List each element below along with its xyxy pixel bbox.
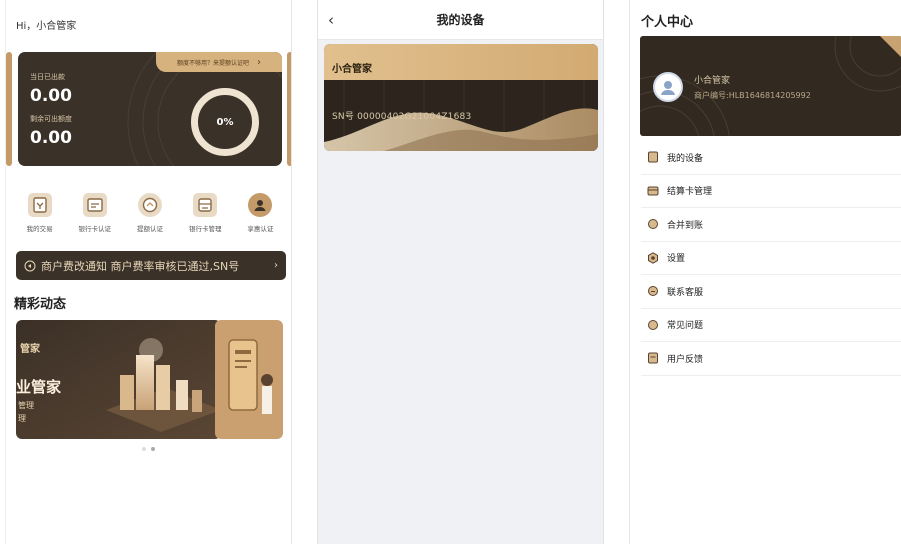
carousel-dot-active[interactable]	[151, 447, 155, 451]
profile-menu: 我的设备 结算卡管理 合并到账 设置 联系客服 常见问题 用户反馈	[641, 141, 901, 376]
banner-text-4: 理	[18, 414, 26, 423]
transaction-icon	[27, 193, 52, 217]
next-card-peek[interactable]	[287, 52, 291, 166]
menu-item-label: 结算卡管理	[667, 187, 713, 198]
quick-item-label: 银行卡认证	[78, 225, 112, 233]
carousel-dot[interactable]	[142, 447, 146, 451]
avatar[interactable]	[653, 72, 683, 102]
device-icon	[648, 151, 658, 163]
quick-item-label: 提额认证	[137, 225, 163, 233]
merchant-id: 商户编号:HLB1646814205992	[694, 91, 811, 100]
quick-item-transactions[interactable]: 我的交易	[12, 193, 67, 233]
profile-screen: 个人中心 小合管家 商户编号:HLB1646814205992 我的设备 结算卡…	[629, 0, 901, 544]
quick-item-benefit-auth[interactable]: 享惠认证	[233, 193, 288, 233]
menu-item-label: 常见问题	[667, 321, 704, 332]
quick-item-bank-auth[interactable]: 银行卡认证	[67, 193, 122, 233]
feedback-icon	[648, 352, 658, 364]
carousel-dots	[142, 447, 155, 451]
page-title: 个人中心	[641, 15, 694, 30]
banner-text-3: 管理	[18, 401, 34, 410]
device-name: 小合管家	[332, 64, 372, 75]
device-screen: ‹ 我的设备 小合管家 SN号 00000402G21004Z1683	[317, 0, 604, 544]
chevron-right-icon: ›	[274, 260, 278, 271]
card-icon	[647, 186, 659, 196]
banner-text-1: 管家	[20, 344, 40, 355]
bank-card-auth-icon	[82, 193, 107, 217]
settings-icon	[648, 251, 658, 264]
menu-item-label: 联系客服	[667, 287, 704, 298]
promo-banner-next[interactable]	[215, 320, 283, 439]
service-icon	[648, 286, 658, 297]
top-bar: ‹ 我的设备	[318, 0, 603, 40]
merge-icon	[648, 219, 658, 230]
promo-banner[interactable]: 管家 业管家 管理 理	[16, 320, 221, 439]
menu-item-card-manage[interactable]: 结算卡管理	[641, 175, 901, 208]
today-paid-value: 0.00	[30, 86, 72, 106]
profile-name: 小合管家	[694, 76, 731, 86]
quick-item-bank-manage[interactable]: 银行卡管理	[178, 193, 233, 233]
fee-change-notice[interactable]: 商户费改通知 商户费率审核已通过,SN号 ›	[16, 251, 286, 280]
benefit-auth-icon	[248, 193, 273, 217]
section-title: 精彩动态	[14, 297, 67, 312]
menu-item-merge[interactable]: 合并到账	[641, 208, 901, 242]
back-icon[interactable]: ‹	[328, 11, 334, 29]
notice-text: 商户费改通知 商户费率审核已通过,SN号	[41, 259, 240, 273]
menu-item-my-device[interactable]: 我的设备	[641, 141, 901, 175]
today-paid-label: 当日已出款	[30, 73, 65, 81]
chevron-right-icon: ›	[257, 56, 261, 68]
menu-item-feedback[interactable]: 用户反馈	[641, 342, 901, 376]
menu-item-label: 设置	[667, 254, 686, 265]
bank-card-manage-icon	[193, 193, 218, 217]
raise-limit-banner-text: 额度不够用？来提额认证吧	[176, 59, 249, 67]
page-title: 我的设备	[436, 13, 485, 27]
device-card[interactable]: 小合管家 SN号 00000402G21004Z1683	[324, 44, 598, 151]
menu-item-settings[interactable]: 设置	[641, 242, 901, 275]
progress-text: 0%	[216, 116, 234, 128]
progress-ring: 0%	[191, 88, 259, 156]
menu-item-label: 用户反馈	[667, 354, 704, 365]
remaining-value: 0.00	[30, 128, 72, 148]
device-sn: SN号 00000402G21004Z1683	[332, 112, 472, 122]
prev-card-peek[interactable]	[6, 52, 12, 166]
remaining-label: 剩余可出额度	[30, 115, 72, 123]
raise-limit-icon	[138, 193, 162, 217]
phone-illustration	[215, 320, 283, 439]
quick-item-raise-limit[interactable]: 提额认证	[122, 193, 177, 233]
menu-item-customer-service[interactable]: 联系客服	[641, 275, 901, 309]
speaker-icon	[24, 260, 36, 271]
quick-item-label: 银行卡管理	[188, 225, 222, 233]
faq-icon	[648, 319, 658, 330]
quick-item-label: 我的交易	[26, 225, 53, 233]
menu-item-faq[interactable]: 常见问题	[641, 309, 901, 342]
greeting-text: Hi，小合管家	[16, 21, 77, 32]
quota-card: 额度不够用？来提额认证吧 › 当日已出款 0.00 剩余可出额度 0.00 0%	[18, 52, 282, 166]
user-avatar-icon	[661, 81, 675, 95]
quick-item-label: 享惠认证	[247, 225, 274, 233]
banner-text-2: 业管家	[16, 378, 62, 396]
profile-card: 小合管家 商户编号:HLB1646814205992	[640, 36, 901, 136]
quick-actions: 我的交易 银行卡认证 提额认证 银行卡管理 享惠认证	[12, 193, 288, 233]
menu-item-label: 合并到账	[667, 220, 704, 231]
menu-item-label: 我的设备	[667, 153, 704, 164]
home-screen: Hi，小合管家 额度不够用？来提额认证吧 › 当日已出款 0.00 剩余可出额度…	[5, 0, 292, 544]
raise-limit-banner[interactable]: 额度不够用？来提额认证吧 ›	[156, 52, 282, 72]
